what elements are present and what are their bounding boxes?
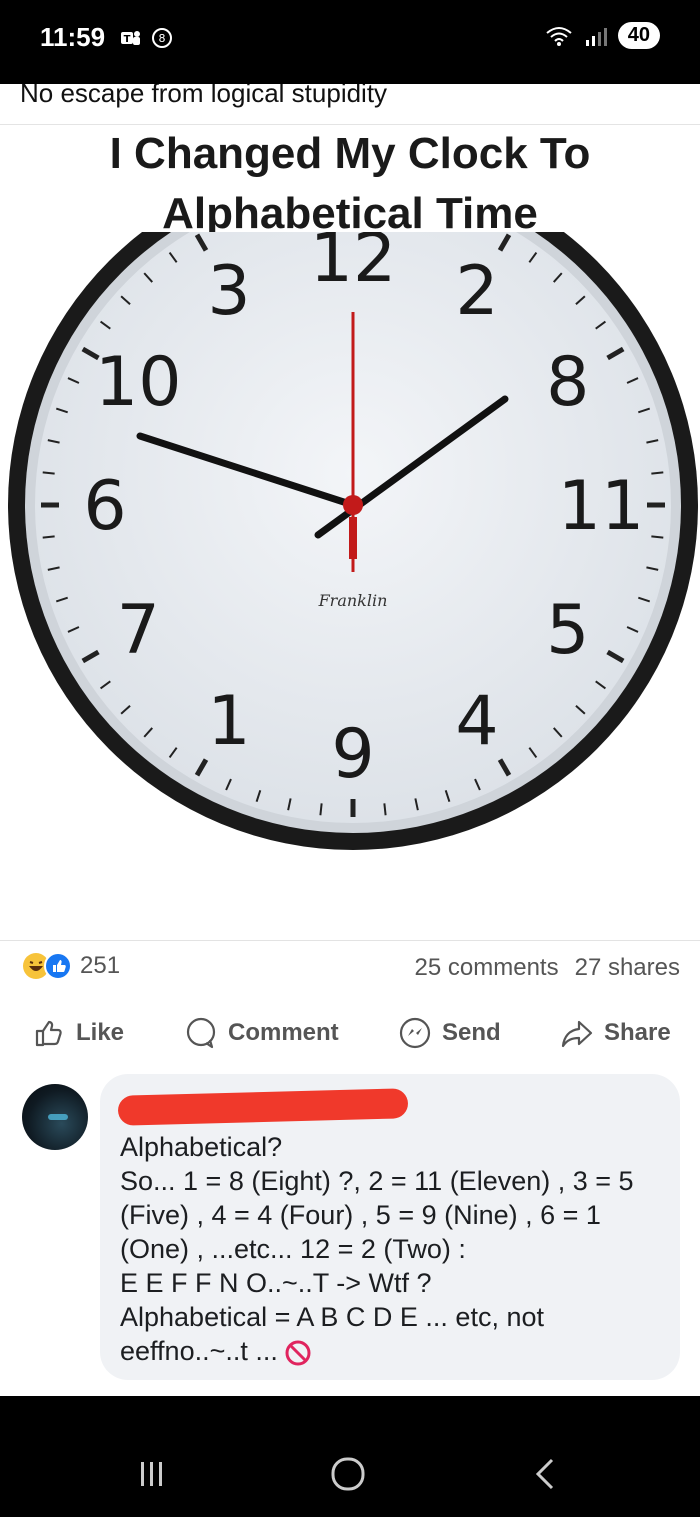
comment-bubble-icon [186,1017,216,1049]
reactions-summary[interactable]: 251 [22,952,120,980]
like-reaction-icon [44,952,72,980]
android-nav-bar [0,1396,700,1517]
alarm-icon: 8 [152,28,172,48]
signal-icon [585,27,607,46]
thumbs-up-icon [35,1020,62,1047]
commenter-avatar[interactable] [22,1084,88,1150]
like-label: Like [76,1019,125,1046]
clock-second-tail [349,517,357,559]
comment-bubble[interactable]: Alphabetical? So... 1 = 8 (Eight) ?, 2 =… [100,1074,680,1380]
clock-minute-tick [383,803,387,816]
comment-body: Alphabetical? So... 1 = 8 (Eight) ?, 2 =… [120,1132,634,1366]
post-actions: Like Comment Send Share [0,1002,700,1066]
redacted-name [117,1088,409,1126]
share-arrow-icon [561,1020,593,1048]
clock-image: 12 28 11 54 9 17 6 10 3 Franklin [8,232,698,850]
back-icon[interactable] [526,1454,566,1494]
battery-indicator: 40 [617,22,660,49]
post-stats: 25 comments 27 shares [415,954,680,982]
clock-number: 10 [95,343,182,422]
clock-minute-tick [651,535,664,539]
comments-count[interactable]: 25 comments [415,954,559,982]
comment-button[interactable]: Comment [184,1016,339,1050]
clock-number: 6 [83,467,126,546]
clock-minute-tick [42,535,55,539]
clock-number: 12 [310,232,397,298]
comment-text: Alphabetical? So... 1 = 8 (Eight) ?, 2 =… [120,1130,676,1368]
send-label: Send [442,1019,501,1046]
comment-section: Alphabetical? So... 1 = 8 (Eight) ?, 2 =… [0,1074,700,1396]
clock-center-cap [343,495,363,515]
status-icons-left: T 8 [118,26,174,50]
status-icons-right: 40 [544,22,660,49]
clock-brand: Franklin [318,591,388,610]
svg-text:8: 8 [159,32,166,45]
clock-number: 9 [331,715,374,794]
clock-number: 1 [207,682,250,761]
reaction-count: 251 [80,952,121,979]
meme-title-line1: I Changed My Clock To [109,129,591,178]
home-icon[interactable] [328,1454,368,1494]
clock-number: 4 [455,682,498,761]
avatar-detail [48,1114,68,1120]
messenger-icon [399,1017,431,1049]
send-button[interactable]: Send [398,1016,501,1050]
clock-number: 5 [546,591,589,670]
like-button[interactable]: Like [32,1016,124,1050]
comment-label: Comment [228,1019,339,1046]
clock-number: 11 [558,467,645,546]
clock-number: 2 [455,252,498,331]
clock-number: 3 [207,252,250,331]
clock-number: 8 [546,343,589,422]
clock-minute-tick [651,471,664,475]
post-caption: No escape from logical stupidity [20,84,388,108]
no-entry-icon [285,1340,311,1366]
share-label: Share [604,1019,671,1046]
clock-minute-tick [42,471,55,475]
meme-title: I Changed My Clock To Alphabetical Time [0,124,700,244]
shares-count[interactable]: 27 shares [575,954,680,982]
clock-number: 7 [117,591,160,670]
wifi-icon [546,26,572,46]
post-image[interactable]: No escape from logical stupidity I Chang… [0,84,700,940]
recent-apps-icon[interactable] [132,1454,172,1494]
status-bar: 11:59 T 8 40 [0,0,700,84]
svg-text:T: T [124,34,131,45]
clock-minute-tick [319,803,323,816]
post-divider [0,940,700,941]
teams-icon: T [121,31,140,45]
post-content: No escape from logical stupidity I Chang… [0,84,700,1396]
status-time: 11:59 [40,22,106,52]
share-button[interactable]: Share [560,1016,671,1050]
